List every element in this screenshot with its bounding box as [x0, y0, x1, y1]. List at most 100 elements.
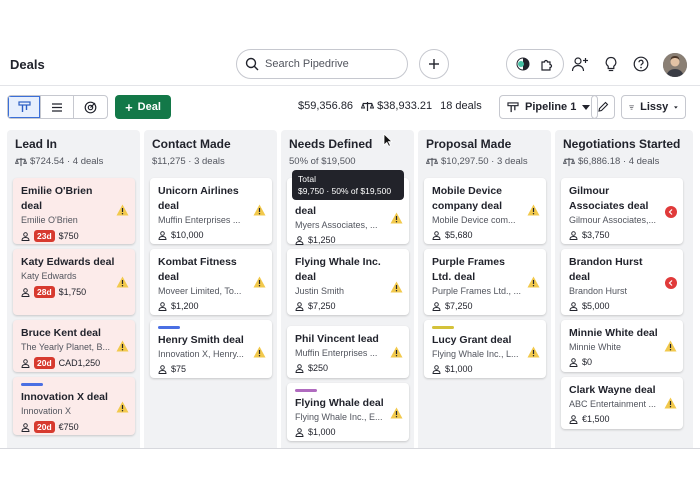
- deal-value: $750: [58, 231, 79, 241]
- deal-card[interactable]: Kombat Fitness deal Moveer Limited, To..…: [150, 249, 272, 315]
- deal-card[interactable]: Flying Whale Inc. deal Justin Smith $7,2…: [287, 249, 409, 315]
- deal-org: Minnie White: [569, 342, 622, 352]
- balance-scale-icon: [563, 157, 575, 166]
- person-icon: [158, 230, 167, 240]
- filter-lines-icon: [629, 105, 634, 109]
- stage-summary: 50% of $19,500: [289, 156, 356, 167]
- warning-icon[interactable]: [116, 204, 129, 216]
- person-icon: [21, 231, 30, 241]
- deal-title: Bruce Kent deal: [21, 327, 101, 339]
- user-filter-select[interactable]: Lissy: [621, 95, 686, 119]
- warning-icon[interactable]: [253, 346, 266, 358]
- warning-icon[interactable]: [527, 204, 540, 216]
- deal-value: $1,750: [58, 287, 87, 297]
- deal-card[interactable]: Innovation X deal Innovation X 20d €750: [13, 377, 135, 435]
- deal-meta: $5,000: [569, 301, 675, 311]
- deal-meta: $1,000: [295, 427, 401, 437]
- balance-scale-icon: [426, 157, 438, 166]
- person-icon: [158, 364, 167, 374]
- warning-icon[interactable]: [390, 212, 403, 224]
- overdue-activity-icon[interactable]: [665, 206, 677, 218]
- deal-label-bar: [158, 326, 180, 329]
- list-view-button[interactable]: [41, 96, 74, 118]
- search-placeholder: Search Pipedrive: [265, 58, 349, 70]
- deal-value: $75: [171, 364, 187, 374]
- deal-card[interactable]: Unicorn Airlines deal Muffin Enterprises…: [150, 178, 272, 244]
- user-avatar[interactable]: [663, 53, 687, 77]
- warning-icon[interactable]: [116, 276, 129, 288]
- warning-icon[interactable]: [527, 276, 540, 288]
- warning-icon[interactable]: [253, 276, 266, 288]
- add-deal-button[interactable]: + Deal: [115, 95, 171, 119]
- deal-card[interactable]: Mobile Device company deal Mobile Device…: [424, 178, 546, 244]
- warning-icon[interactable]: [116, 340, 129, 352]
- deal-org: Mobile Device com...: [432, 215, 516, 225]
- warning-icon[interactable]: [253, 204, 266, 216]
- deal-card[interactable]: Flying Whale deal Flying Whale Inc., E..…: [287, 383, 409, 441]
- deal-label-bar: [432, 326, 454, 329]
- edit-pipeline-button[interactable]: [591, 95, 615, 119]
- deal-title: Minnie White deal: [569, 327, 658, 339]
- deal-value: $1,250: [308, 235, 336, 245]
- deal-meta: $10,000: [158, 230, 264, 240]
- deal-value: $7,250: [445, 301, 473, 311]
- deal-org: Myers Associates, ...: [295, 220, 378, 230]
- invite-users-icon[interactable]: [569, 53, 591, 75]
- forecast-view-button[interactable]: [74, 96, 107, 118]
- warning-icon[interactable]: [390, 407, 403, 419]
- chevron-down-icon: [582, 104, 591, 110]
- warning-icon[interactable]: [664, 340, 677, 352]
- deal-value: $10,000: [171, 230, 204, 240]
- marketplace-puzzle-icon[interactable]: [539, 57, 554, 72]
- mouse-cursor-icon: [383, 133, 393, 147]
- warning-icon[interactable]: [390, 281, 403, 293]
- page-title: Deals: [10, 57, 45, 72]
- warning-icon[interactable]: [390, 346, 403, 358]
- person-icon: [295, 427, 304, 437]
- warning-icon[interactable]: [116, 401, 129, 413]
- deal-card[interactable]: Henry Smith deal Innovation X, Henry... …: [150, 320, 272, 378]
- deal-meta: 23d $750: [21, 230, 127, 242]
- deal-meta: $250: [295, 363, 401, 373]
- deal-card[interactable]: Katy Edwards deal Katy Edwards 28d $1,75…: [13, 249, 135, 315]
- deal-org: Justin Smith: [295, 286, 345, 296]
- deal-value: $5,000: [582, 301, 610, 311]
- top-bar: Deals Search Pipedrive: [0, 44, 700, 86]
- deal-card[interactable]: Clark Wayne deal ABC Entertainment ... €…: [561, 377, 683, 429]
- deal-card[interactable]: Minnie White deal Minnie White $0: [561, 320, 683, 372]
- deal-title: Katy Edwards deal: [21, 256, 115, 268]
- deal-count: 18 deals: [440, 100, 482, 112]
- quick-add-button[interactable]: [419, 49, 449, 79]
- help-icon[interactable]: [630, 53, 652, 75]
- stage-column-proposal-made: Proposal Made $10,297.50 · 3 deals Mobil…: [418, 130, 551, 448]
- deal-title: Phil Vincent lead: [295, 333, 379, 345]
- list-icon: [52, 102, 62, 112]
- stage-title: Lead In: [15, 137, 58, 151]
- stage-column-contact-made: Contact Made $11,275 · 3 deals Unicorn A…: [144, 130, 277, 448]
- deal-org: ABC Entertainment ...: [569, 399, 657, 409]
- warning-icon[interactable]: [527, 346, 540, 358]
- bottom-divider: [0, 448, 700, 449]
- person-icon: [158, 301, 167, 311]
- deal-card[interactable]: Purple Frames Ltd. deal Purple Frames Lt…: [424, 249, 546, 315]
- deal-org: Flying Whale Inc., E...: [295, 412, 383, 422]
- warning-icon[interactable]: [664, 397, 677, 409]
- rotten-days-badge: 20d: [34, 421, 55, 433]
- lightbulb-icon[interactable]: [600, 53, 622, 75]
- search-input[interactable]: Search Pipedrive: [236, 49, 408, 79]
- deal-org: Moveer Limited, To...: [158, 286, 242, 296]
- deal-card[interactable]: Lucy Grant deal Flying Whale Inc., L... …: [424, 320, 546, 378]
- kanban-icon: [507, 101, 519, 112]
- pipeline-totals: $59,356.86 $38,933.21 18 deals: [298, 100, 482, 112]
- deal-card[interactable]: Phil Vincent lead Muffin Enterprises ...…: [287, 326, 409, 378]
- pipeline-view-button[interactable]: [8, 96, 41, 118]
- deal-card[interactable]: Emilie O'Brien deal Emilie O'Brien 23d $…: [13, 178, 135, 244]
- kanban-icon: [17, 101, 31, 112]
- overdue-activity-icon[interactable]: [665, 277, 677, 289]
- insights-icon[interactable]: [516, 57, 530, 71]
- deal-card[interactable]: Brandon Hurst deal Brandon Hurst $5,000: [561, 249, 683, 315]
- total-value: $59,356.86: [298, 100, 354, 112]
- deal-card[interactable]: Bruce Kent deal The Yearly Planet, B... …: [13, 320, 135, 372]
- deal-card[interactable]: Gilmour Associates deal Gilmour Associat…: [561, 178, 683, 244]
- pipeline-select[interactable]: Pipeline 1: [499, 95, 599, 119]
